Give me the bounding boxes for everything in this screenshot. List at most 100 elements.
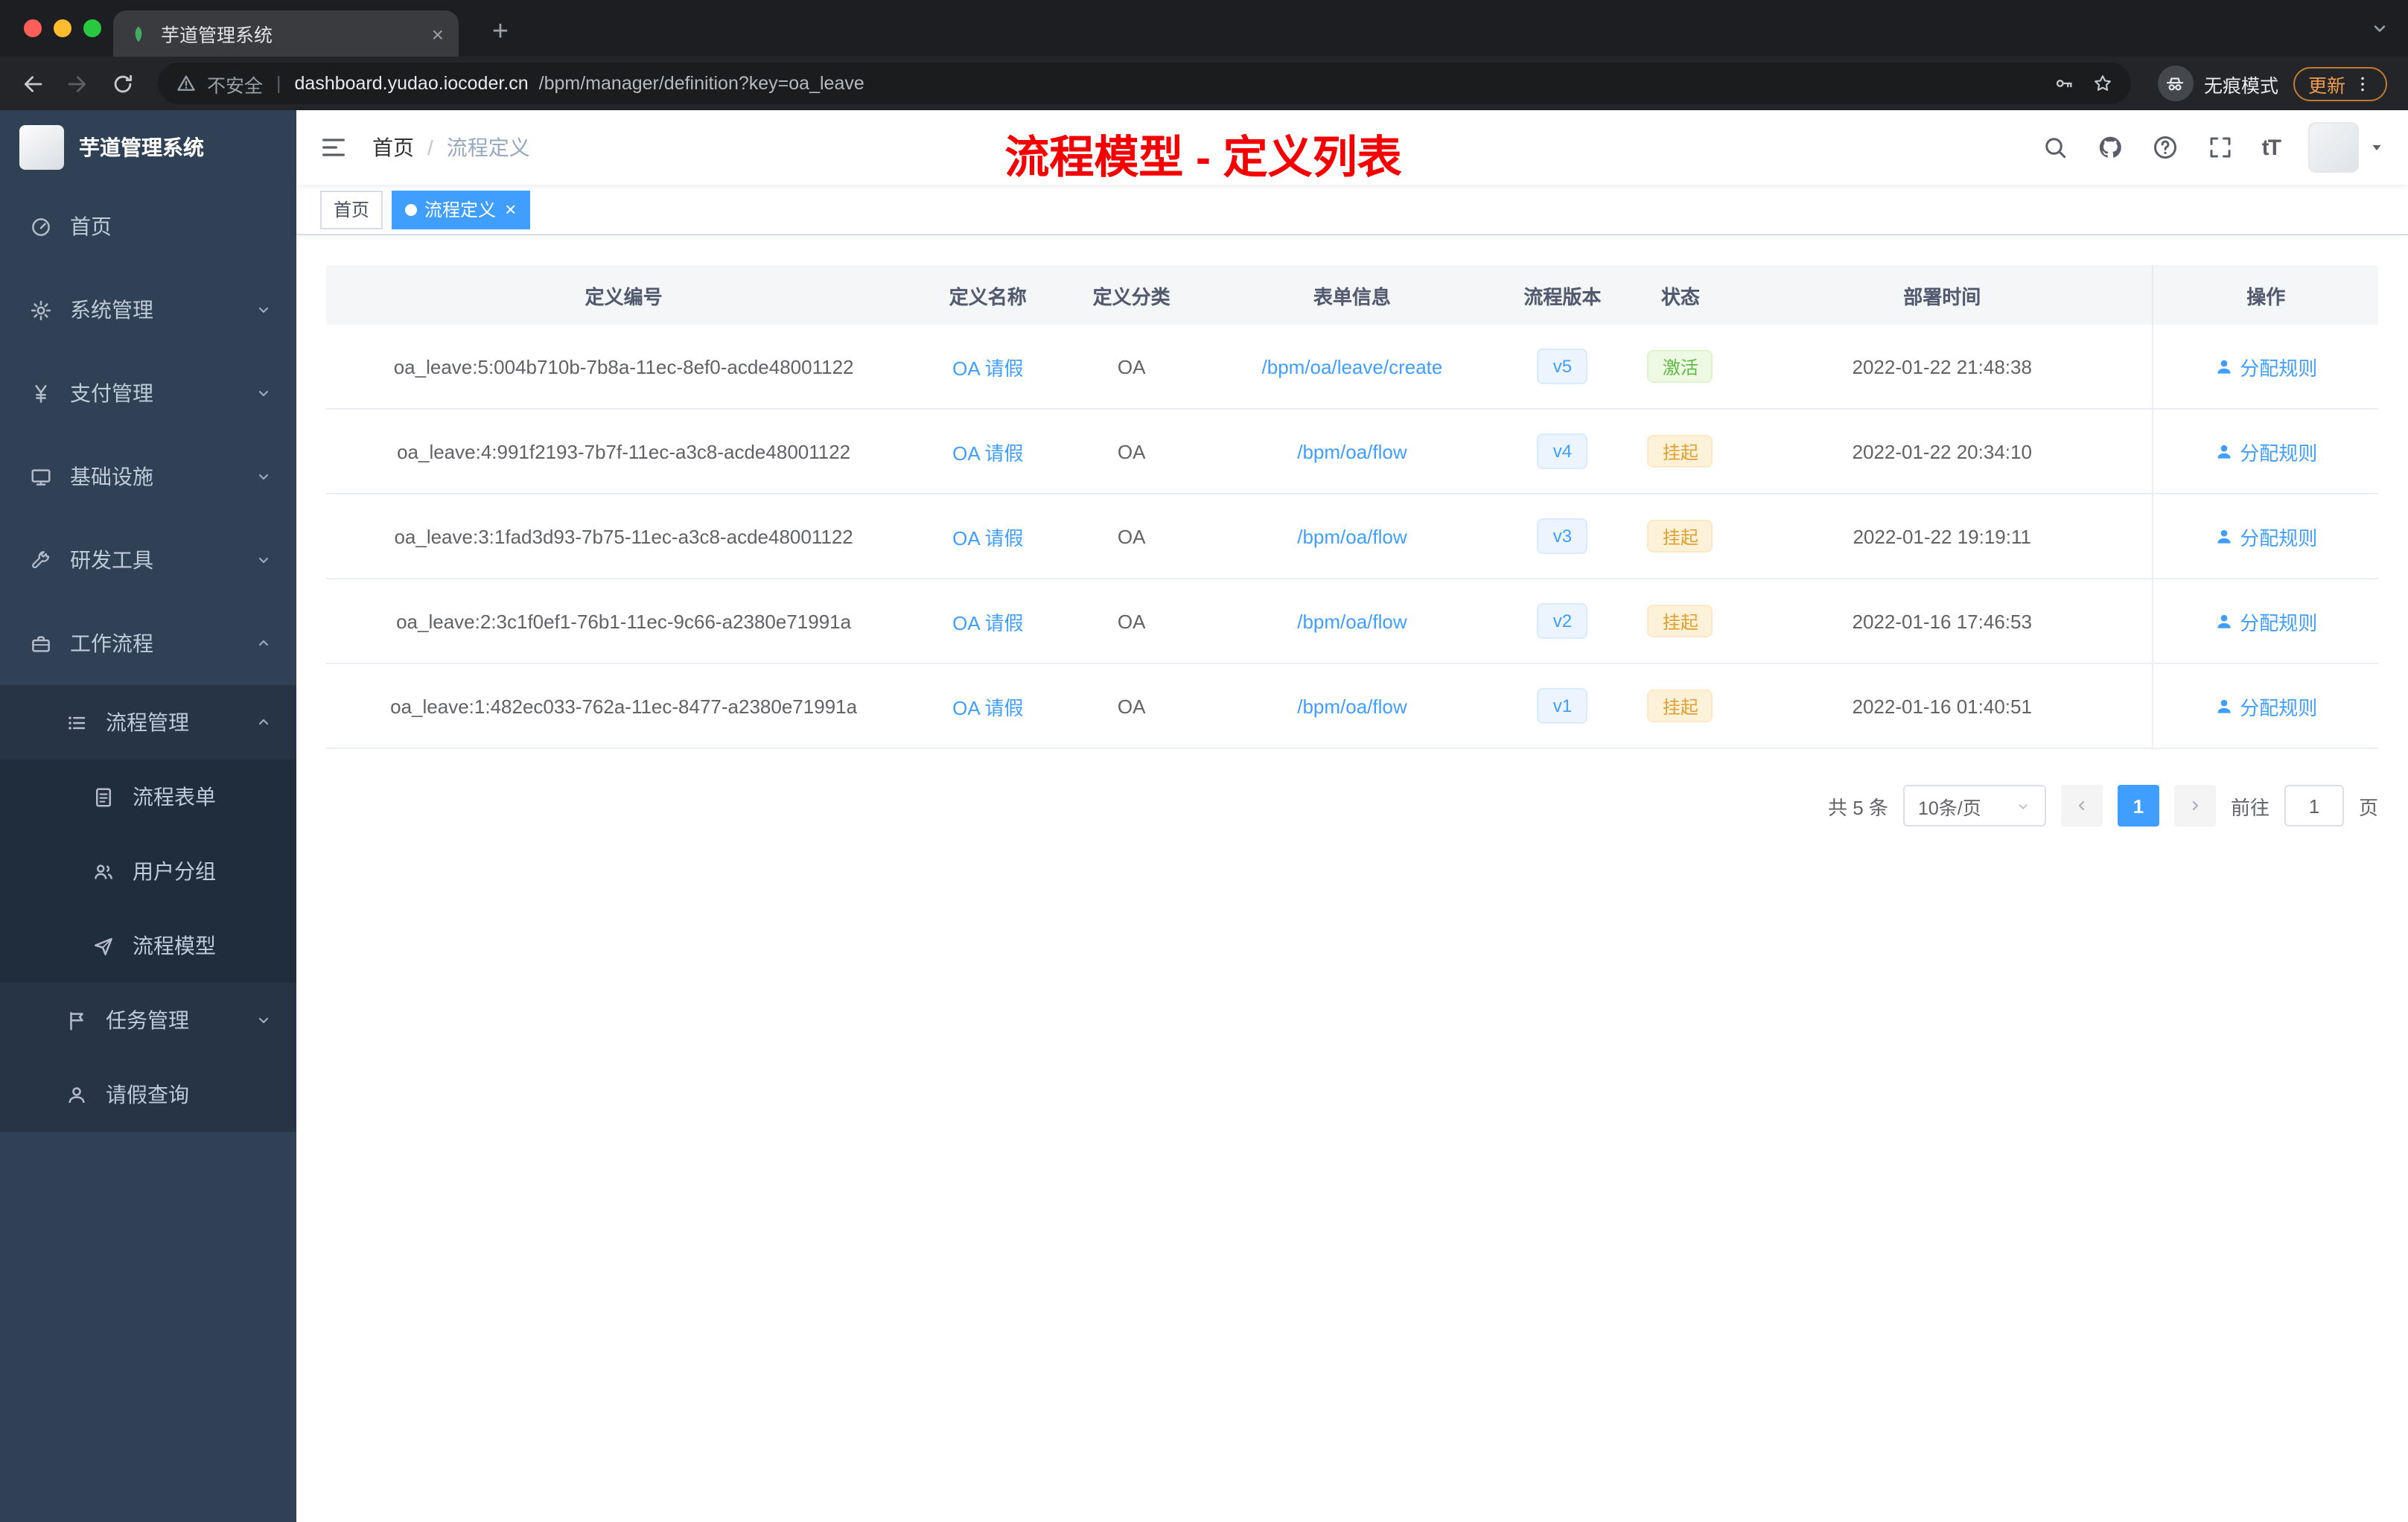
sidebar-item-process-model[interactable]: 流程模型 — [0, 908, 296, 983]
forward-button[interactable] — [57, 63, 98, 104]
user-icon — [2214, 611, 2234, 631]
navbar: 首页 / 流程定义 流程模型 - 定义列表 tT — [296, 110, 2408, 185]
tag-首页[interactable]: 首页 — [320, 190, 383, 229]
version-tag: v2 — [1537, 603, 1588, 639]
deploy-time: 2022-01-22 20:34:10 — [1852, 440, 2032, 462]
sidebar-item-infra[interactable]: 基础设施 — [0, 435, 296, 518]
fullscreen-icon[interactable] — [2207, 134, 2234, 161]
next-page-button[interactable] — [2173, 785, 2216, 827]
help-icon[interactable] — [2152, 134, 2179, 161]
column-header: 表单信息 — [1313, 285, 1391, 308]
gear-icon — [30, 299, 52, 321]
sidebar-item-home[interactable]: 首页 — [0, 185, 296, 268]
tab-title: 芋道管理系统 — [161, 25, 273, 46]
close-window-button[interactable] — [24, 19, 42, 37]
incognito-label: 无痕模式 — [2203, 75, 2278, 96]
column-header: 定义编号 — [585, 285, 663, 308]
table-row: oa_leave:5:004b710b-7b8a-11ec-8ef0-acde4… — [326, 325, 2378, 410]
back-button[interactable] — [12, 63, 54, 104]
content: 定义编号 定义名称 定义分类 表单信息 流程版本 状态 部署时间 操作 oa_leave:5:… — [296, 235, 2408, 1522]
version-tag: v5 — [1537, 348, 1588, 384]
table-header: 定义编号 定义名称 定义分类 表单信息 流程版本 状态 部署时间 操作 — [326, 265, 2378, 325]
goto-page-input[interactable] — [2284, 785, 2344, 827]
definition-name-link[interactable]: OA 请假 — [952, 437, 1023, 465]
definition-id: oa_leave:1:482ec033-762a-11ec-8477-a2380… — [390, 695, 858, 717]
form-link[interactable]: /bpm/oa/flow — [1297, 525, 1407, 547]
sidebar-item-leave-query[interactable]: 请假查询 — [0, 1057, 296, 1132]
definition-name-link[interactable]: OA 请假 — [952, 692, 1023, 720]
definition-name-link[interactable]: OA 请假 — [952, 607, 1023, 635]
font-size-icon[interactable]: tT — [2262, 135, 2281, 160]
sidebar-item-label: 工作流程 — [70, 631, 153, 655]
goto-label: 前往 — [2230, 796, 2270, 818]
assign-rule-link[interactable]: 分配规则 — [2214, 522, 2317, 550]
main-area: 首页 / 流程定义 流程模型 - 定义列表 tT 首页 流程定义 × 定义编号 … — [296, 110, 2408, 1522]
tab-search-chevron-icon[interactable] — [2369, 18, 2390, 39]
sidebar-item-process-mgmt[interactable]: 流程管理 — [0, 685, 296, 760]
definition-id: oa_leave:4:991f2193-7b7f-11ec-a3c8-acde4… — [397, 440, 851, 462]
sidebar-item-system[interactable]: 系统管理 — [0, 268, 296, 351]
breadcrumb-home[interactable]: 首页 — [372, 133, 414, 162]
assign-rule-link[interactable]: 分配规则 — [2214, 352, 2317, 380]
logo-title: 芋道管理系统 — [79, 136, 204, 159]
prev-page-button[interactable] — [2060, 785, 2103, 827]
definition-category: OA — [1117, 525, 1146, 547]
definition-name-link[interactable]: OA 请假 — [952, 522, 1023, 550]
tag-流程定义[interactable]: 流程定义 × — [392, 190, 530, 229]
chevron-down-icon — [255, 1011, 273, 1029]
assign-rule-link[interactable]: 分配规则 — [2214, 437, 2317, 465]
chevron-left-icon — [2073, 797, 2091, 815]
status-badge: 挂起 — [1647, 605, 1713, 637]
zoom-window-button[interactable] — [83, 19, 101, 37]
form-link[interactable]: /bpm/oa/leave/create — [1262, 355, 1443, 378]
browser-menu-dots-icon[interactable] — [2353, 74, 2372, 93]
list-icon — [66, 711, 88, 733]
sidebar-item-label: 流程管理 — [106, 710, 189, 734]
user-icon — [2214, 442, 2234, 461]
incognito-spy-icon — [2165, 72, 2187, 95]
logo-avatar — [19, 125, 64, 170]
hamburger-icon[interactable] — [319, 133, 348, 162]
tool-icon — [30, 549, 52, 571]
chevron-down-icon — [2015, 797, 2031, 814]
sidebar-item-payment[interactable]: 支付管理 — [0, 351, 296, 435]
sidebar-item-devtools[interactable]: 研发工具 — [0, 518, 296, 602]
navbar-actions: tT — [2042, 122, 2386, 173]
sidebar-item-process-form[interactable]: 流程表单 — [0, 760, 296, 834]
chevron-up-icon — [255, 634, 273, 652]
reload-button[interactable] — [101, 63, 143, 104]
column-header: 定义分类 — [1092, 285, 1170, 308]
tag-close-icon[interactable]: × — [505, 200, 516, 219]
chrome-update-button[interactable]: 更新 — [2293, 66, 2387, 101]
sidebar-item-label: 首页 — [70, 214, 112, 238]
briefcase-icon — [30, 632, 52, 655]
address-bar[interactable]: 不安全 | dashboard.yudao.iocoder.cn/bpm/man… — [158, 63, 2131, 104]
form-link[interactable]: /bpm/oa/flow — [1297, 610, 1407, 632]
minimize-window-button[interactable] — [54, 19, 71, 37]
bookmark-star-icon[interactable] — [2092, 73, 2113, 94]
sidebar-logo[interactable]: 芋道管理系统 — [0, 110, 296, 185]
key-icon[interactable] — [2054, 73, 2074, 94]
chevron-down-icon — [255, 301, 273, 319]
form-link[interactable]: /bpm/oa/flow — [1297, 440, 1407, 462]
page-size-select[interactable]: 10条/页 — [1902, 785, 2046, 827]
new-tab-button[interactable]: + — [480, 12, 521, 54]
table-row: oa_leave:1:482ec033-762a-11ec-8477-a2380… — [326, 664, 2378, 749]
browser-tab[interactable]: 芋道管理系统 × — [113, 10, 459, 57]
definition-category: OA — [1117, 610, 1146, 632]
tab-close-icon[interactable]: × — [432, 22, 444, 45]
github-icon[interactable] — [2097, 134, 2124, 161]
sidebar-item-task-mgmt[interactable]: 任务管理 — [0, 983, 296, 1057]
sidebar-item-workflow[interactable]: 工作流程 — [0, 602, 296, 685]
deploy-time: 2022-01-22 21:48:38 — [1852, 355, 2032, 378]
definition-name-link[interactable]: OA 请假 — [952, 352, 1023, 380]
user-menu[interactable] — [2308, 122, 2386, 173]
form-link[interactable]: /bpm/oa/flow — [1297, 695, 1407, 717]
tags-view: 首页 流程定义 × — [296, 185, 2408, 235]
assign-rule-link[interactable]: 分配规则 — [2214, 607, 2317, 635]
sidebar-item-user-group[interactable]: 用户分组 — [0, 834, 296, 908]
assign-rule-link[interactable]: 分配规则 — [2214, 692, 2317, 720]
search-icon[interactable] — [2042, 134, 2068, 161]
user-icon — [66, 1083, 88, 1106]
page-number-button[interactable]: 1 — [2117, 785, 2159, 827]
